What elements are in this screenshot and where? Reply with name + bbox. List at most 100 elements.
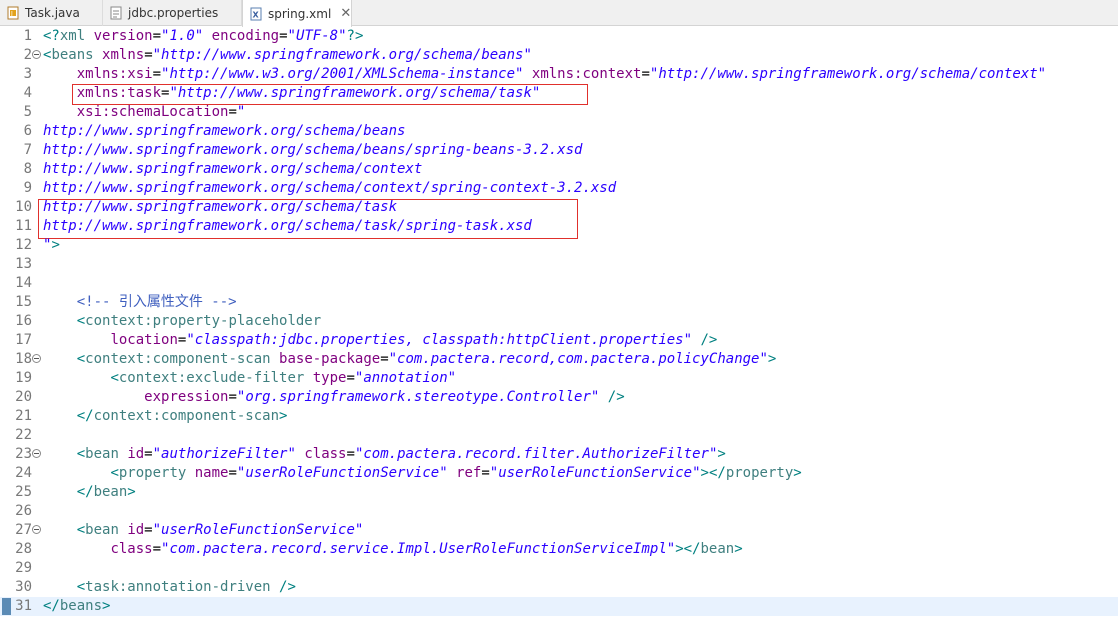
fold-toggle-icon[interactable]	[32, 50, 41, 59]
code-text: <bean id="userRoleFunctionService"	[43, 521, 364, 540]
code-line[interactable]: 30 <task:annotation-driven />	[0, 578, 1118, 597]
code-token: http://www.springframework.org/schema/ta…	[43, 218, 532, 234]
code-token: >	[734, 541, 743, 557]
code-line[interactable]: 13	[0, 255, 1118, 274]
code-text: location="classpath:jdbc.properties, cla…	[43, 331, 717, 350]
code-token: =	[346, 446, 355, 462]
line-number: 6	[23, 123, 32, 139]
fold-toggle-icon[interactable]	[32, 354, 41, 363]
code-line[interactable]: 5 xsi:schemaLocation="	[0, 103, 1118, 122]
code-line[interactable]: 26	[0, 502, 1118, 521]
code-token: >	[127, 484, 136, 500]
tab-jdbc-properties[interactable]: jdbc.properties	[103, 0, 242, 26]
code-text: xsi:schemaLocation="	[43, 103, 246, 122]
line-number: 24	[15, 465, 32, 481]
fold-toggle-icon[interactable]	[32, 449, 41, 458]
code-token: http://www.springframework.org/schema/be…	[43, 123, 406, 139]
properties-file-icon	[109, 6, 123, 20]
code-text: <?xml version="1.0" encoding="UTF-8"?>	[43, 27, 363, 46]
code-token: "annotation"	[354, 370, 457, 386]
code-token: class	[110, 541, 153, 557]
code-text: <beans xmlns="http://www.springframework…	[43, 46, 532, 65]
code-line[interactable]: 22	[0, 426, 1118, 445]
code-line[interactable]: 8 http://www.springframework.org/schema/c…	[0, 160, 1118, 179]
code-token: </	[76, 484, 94, 500]
code-token: "http://www.w3.org/2001/XMLSchema-instan…	[161, 66, 524, 82]
code-text: <!-- 引入属性文件 -->	[43, 293, 237, 312]
line-number: 27	[15, 522, 32, 538]
code-line[interactable]: 31 </beans>	[0, 597, 1118, 616]
code-line[interactable]: 24 <property name="userRoleFunctionServi…	[0, 464, 1118, 483]
code-line[interactable]: 7 http://www.springframework.org/schema/b…	[0, 141, 1118, 160]
code-line[interactable]: 20 expression="org.springframework.stere…	[0, 388, 1118, 407]
line-number: 8	[23, 161, 32, 177]
code-token: version	[93, 28, 153, 44]
code-line[interactable]: 23 <bean id="authorizeFilter" class="com…	[0, 445, 1118, 464]
code-line[interactable]: 18 <context:component-scan base-package=…	[0, 350, 1118, 369]
line-number: 3	[23, 66, 32, 82]
code-token: "	[236, 104, 246, 120]
code-token: "1.0"	[161, 28, 204, 44]
tab-task-java[interactable]: J Task.java	[0, 0, 103, 26]
code-line[interactable]: 25 </bean>	[0, 483, 1118, 502]
code-line[interactable]: 4 xmlns:task="http://www.springframework…	[0, 84, 1118, 103]
code-line[interactable]: 1 <?xml version="1.0" encoding="UTF-8"?>	[0, 27, 1118, 46]
code-text: </bean>	[43, 483, 136, 502]
code-token: <	[76, 446, 86, 462]
tab-spring-xml[interactable]: X spring.xml ✕	[242, 0, 352, 27]
line-number: 16	[15, 313, 32, 329]
code-token: context:component-scan	[93, 408, 280, 424]
code-line[interactable]: 21 </context:component-scan>	[0, 407, 1118, 426]
code-line[interactable]: 9 http://www.springframework.org/schema/c…	[0, 179, 1118, 198]
xml-file-icon: X	[249, 7, 263, 21]
line-number: 29	[15, 560, 32, 576]
code-line[interactable]: 29	[0, 559, 1118, 578]
svg-text:X: X	[253, 10, 260, 19]
line-number: 4	[23, 85, 32, 101]
code-line[interactable]: 19 <context:exclude-filter type="annotat…	[0, 369, 1118, 388]
code-token: =	[380, 351, 389, 367]
code-line[interactable]: 28 class="com.pactera.record.service.Imp…	[0, 540, 1118, 559]
svg-text:J: J	[10, 11, 13, 18]
fold-toggle-icon[interactable]	[32, 525, 41, 534]
code-token: </	[43, 598, 60, 614]
code-line[interactable]: 15 <!-- 引入属性文件 -->	[0, 293, 1118, 312]
line-number: 23	[15, 446, 32, 462]
code-token: http://www.springframework.org/schema/co…	[43, 180, 617, 196]
code-token: base-package	[279, 351, 381, 367]
line-number: 7	[23, 142, 32, 158]
close-icon[interactable]: ✕	[340, 7, 351, 20]
code-line[interactable]: 6 http://www.springframework.org/schema/b…	[0, 122, 1118, 141]
code-line[interactable]: 3 xmlns:xsi="http://www.w3.org/2001/XMLS…	[0, 65, 1118, 84]
line-number: 26	[15, 503, 32, 519]
code-line[interactable]: 17 location="classpath:jdbc.properties, …	[0, 331, 1118, 350]
code-token: ref	[456, 465, 482, 481]
code-line[interactable]: 27 <bean id="userRoleFunctionService"	[0, 521, 1118, 540]
code-text: <context:property-placeholder	[43, 312, 321, 331]
code-token: =	[144, 47, 153, 63]
code-token: encoding	[211, 28, 280, 44]
code-line[interactable]: 16 <context:property-placeholder	[0, 312, 1118, 331]
code-line[interactable]: 11 http://www.springframework.org/schema/…	[0, 217, 1118, 236]
code-text: </beans>	[43, 597, 110, 616]
code-token: =	[152, 66, 162, 82]
code-text: http://www.springframework.org/schema/ta…	[43, 217, 532, 236]
code-token: "com.pactera.record.filter.AuthorizeFilt…	[354, 446, 718, 462]
code-line[interactable]: 10 http://www.springframework.org/schema/…	[0, 198, 1118, 217]
code-token: <?	[43, 28, 60, 44]
code-token: >	[793, 465, 802, 481]
code-line[interactable]: 2 <beans xmlns="http://www.springframewor…	[0, 46, 1118, 65]
code-editor[interactable]: 1 <?xml version="1.0" encoding="UTF-8"?> 2…	[0, 27, 1118, 620]
code-line[interactable]: 14	[0, 274, 1118, 293]
code-token: =	[481, 465, 490, 481]
line-number: 28	[15, 541, 32, 557]
code-line[interactable]: 12 ">	[0, 236, 1118, 255]
